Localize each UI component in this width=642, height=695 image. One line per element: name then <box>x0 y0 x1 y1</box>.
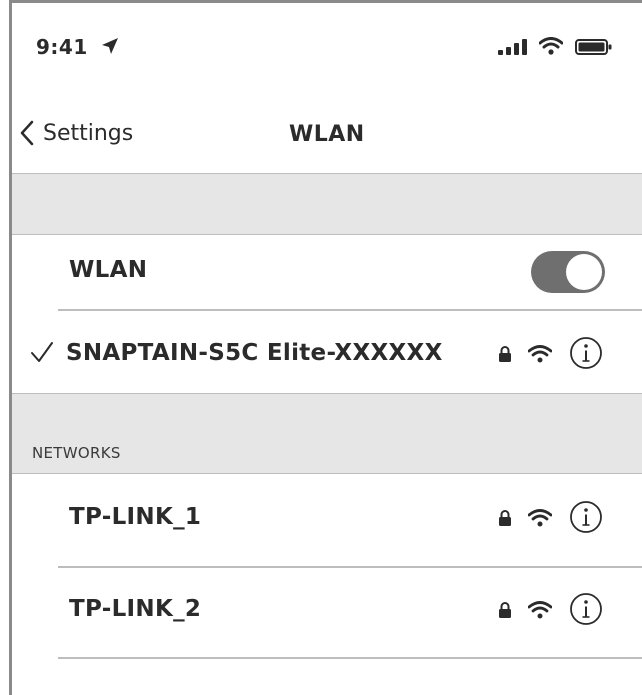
navigation-bar: Settings WLAN <box>12 100 642 174</box>
wifi-icon <box>528 509 552 527</box>
network-row[interactable]: TP-LINK_1 <box>12 480 642 556</box>
network-name: TP-LINK_1 <box>69 504 202 530</box>
lock-icon <box>499 346 511 362</box>
page-title: WLAN <box>289 122 365 147</box>
network-name: TP-LINK_2 <box>69 596 202 622</box>
lock-icon <box>499 602 511 618</box>
status-bar: 9:41 <box>12 3 642 87</box>
wifi-icon <box>539 37 563 55</box>
wlan-toggle-row: WLAN <box>12 235 642 311</box>
battery-icon <box>575 39 612 55</box>
wifi-icon <box>528 345 552 363</box>
wlan-toggle-switch[interactable] <box>531 251 605 293</box>
status-time: 9:41 <box>36 35 88 59</box>
connected-network-row[interactable]: SNAPTAIN-S5C Elite-XXXXXX <box>12 316 642 392</box>
back-button[interactable]: Settings <box>20 120 133 146</box>
back-label: Settings <box>43 120 134 146</box>
connected-network-name: SNAPTAIN-S5C Elite-XXXXXX <box>66 340 443 366</box>
info-icon[interactable] <box>569 592 603 626</box>
networks-header-label: NETWORKS <box>32 444 121 462</box>
lock-icon <box>499 510 511 526</box>
networks-section-header: NETWORKS <box>12 393 642 474</box>
checkmark-icon <box>31 342 53 362</box>
info-icon[interactable] <box>569 336 603 370</box>
wifi-icon <box>528 601 552 619</box>
row-divider <box>58 657 642 659</box>
row-divider <box>58 309 642 311</box>
toggle-knob <box>566 254 602 290</box>
chevron-left-icon <box>20 120 34 146</box>
wlan-toggle-label: WLAN <box>69 257 148 283</box>
section-spacer <box>12 173 642 235</box>
signal-icon <box>498 39 527 55</box>
row-divider <box>58 566 642 568</box>
info-icon[interactable] <box>569 500 603 534</box>
location-arrow-icon <box>102 38 118 54</box>
network-row[interactable]: TP-LINK_2 <box>12 572 642 648</box>
